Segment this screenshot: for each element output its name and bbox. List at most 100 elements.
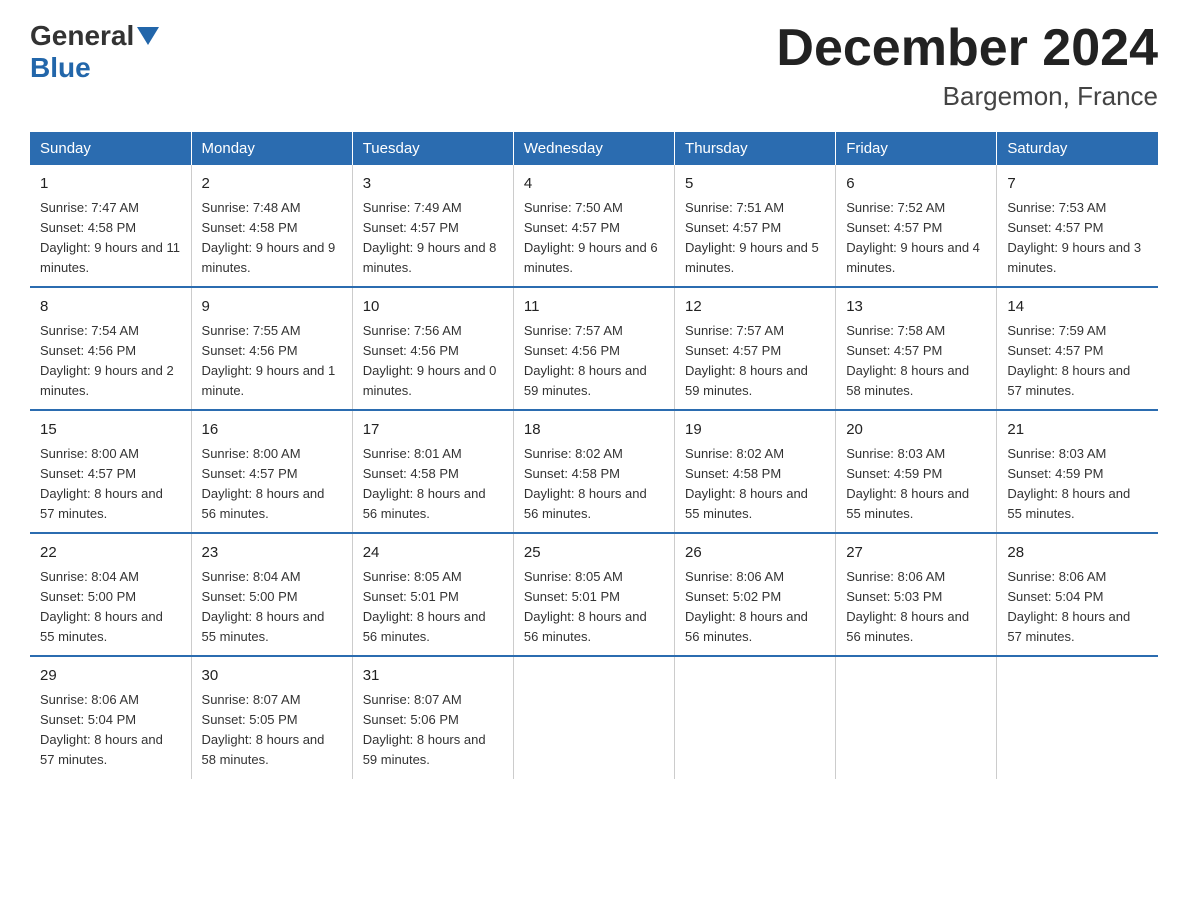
day-number: 20 <box>846 419 986 442</box>
day-number: 5 <box>685 173 825 196</box>
day-info: Sunrise: 8:05 AMSunset: 5:01 PMDaylight:… <box>524 567 664 648</box>
table-row: 22 Sunrise: 8:04 AMSunset: 5:00 PMDaylig… <box>30 533 191 656</box>
day-info: Sunrise: 8:05 AMSunset: 5:01 PMDaylight:… <box>363 567 503 648</box>
day-number: 27 <box>846 542 986 565</box>
header-tuesday: Tuesday <box>352 132 513 165</box>
day-info: Sunrise: 7:51 AMSunset: 4:57 PMDaylight:… <box>685 198 825 279</box>
day-info: Sunrise: 8:06 AMSunset: 5:04 PMDaylight:… <box>40 690 181 771</box>
header-friday: Friday <box>836 132 997 165</box>
day-number: 21 <box>1007 419 1148 442</box>
day-info: Sunrise: 8:01 AMSunset: 4:58 PMDaylight:… <box>363 444 503 525</box>
day-info: Sunrise: 7:53 AMSunset: 4:57 PMDaylight:… <box>1007 198 1148 279</box>
day-info: Sunrise: 8:03 AMSunset: 4:59 PMDaylight:… <box>846 444 986 525</box>
day-number: 24 <box>363 542 503 565</box>
logo-general-text: General <box>30 20 134 52</box>
day-number: 23 <box>202 542 342 565</box>
day-info: Sunrise: 8:06 AMSunset: 5:04 PMDaylight:… <box>1007 567 1148 648</box>
day-number: 29 <box>40 665 181 688</box>
header-saturday: Saturday <box>997 132 1158 165</box>
day-info: Sunrise: 8:07 AMSunset: 5:05 PMDaylight:… <box>202 690 342 771</box>
day-info: Sunrise: 7:55 AMSunset: 4:56 PMDaylight:… <box>202 321 342 402</box>
day-number: 10 <box>363 296 503 319</box>
table-row: 21 Sunrise: 8:03 AMSunset: 4:59 PMDaylig… <box>997 410 1158 533</box>
day-number: 15 <box>40 419 181 442</box>
table-row: 14 Sunrise: 7:59 AMSunset: 4:57 PMDaylig… <box>997 287 1158 410</box>
day-number: 2 <box>202 173 342 196</box>
day-number: 3 <box>363 173 503 196</box>
header-sunday: Sunday <box>30 132 191 165</box>
day-info: Sunrise: 7:47 AMSunset: 4:58 PMDaylight:… <box>40 198 181 279</box>
table-row: 6 Sunrise: 7:52 AMSunset: 4:57 PMDayligh… <box>836 165 997 287</box>
table-row: 29 Sunrise: 8:06 AMSunset: 5:04 PMDaylig… <box>30 656 191 778</box>
page-header: General Blue December 2024 Bargemon, Fra… <box>30 20 1158 112</box>
day-info: Sunrise: 8:04 AMSunset: 5:00 PMDaylight:… <box>202 567 342 648</box>
day-number: 14 <box>1007 296 1148 319</box>
table-row: 4 Sunrise: 7:50 AMSunset: 4:57 PMDayligh… <box>513 165 674 287</box>
table-row: 30 Sunrise: 8:07 AMSunset: 5:05 PMDaylig… <box>191 656 352 778</box>
day-info: Sunrise: 7:59 AMSunset: 4:57 PMDaylight:… <box>1007 321 1148 402</box>
day-number: 17 <box>363 419 503 442</box>
day-info: Sunrise: 7:56 AMSunset: 4:56 PMDaylight:… <box>363 321 503 402</box>
day-number: 28 <box>1007 542 1148 565</box>
table-row: 19 Sunrise: 8:02 AMSunset: 4:58 PMDaylig… <box>675 410 836 533</box>
day-number: 22 <box>40 542 181 565</box>
logo-arrow-icon <box>137 27 159 50</box>
table-row: 17 Sunrise: 8:01 AMSunset: 4:58 PMDaylig… <box>352 410 513 533</box>
table-row: 8 Sunrise: 7:54 AMSunset: 4:56 PMDayligh… <box>30 287 191 410</box>
table-row: 24 Sunrise: 8:05 AMSunset: 5:01 PMDaylig… <box>352 533 513 656</box>
day-number: 19 <box>685 419 825 442</box>
day-info: Sunrise: 7:58 AMSunset: 4:57 PMDaylight:… <box>846 321 986 402</box>
calendar-subtitle: Bargemon, France <box>776 81 1158 112</box>
calendar-week-row: 1 Sunrise: 7:47 AMSunset: 4:58 PMDayligh… <box>30 165 1158 287</box>
table-row: 23 Sunrise: 8:04 AMSunset: 5:00 PMDaylig… <box>191 533 352 656</box>
table-row: 11 Sunrise: 7:57 AMSunset: 4:56 PMDaylig… <box>513 287 674 410</box>
title-block: December 2024 Bargemon, France <box>776 20 1158 112</box>
table-row: 1 Sunrise: 7:47 AMSunset: 4:58 PMDayligh… <box>30 165 191 287</box>
day-number: 8 <box>40 296 181 319</box>
day-number: 11 <box>524 296 664 319</box>
day-info: Sunrise: 8:04 AMSunset: 5:00 PMDaylight:… <box>40 567 181 648</box>
day-number: 6 <box>846 173 986 196</box>
table-row: 13 Sunrise: 7:58 AMSunset: 4:57 PMDaylig… <box>836 287 997 410</box>
table-row: 9 Sunrise: 7:55 AMSunset: 4:56 PMDayligh… <box>191 287 352 410</box>
table-row: 15 Sunrise: 8:00 AMSunset: 4:57 PMDaylig… <box>30 410 191 533</box>
calendar-week-row: 15 Sunrise: 8:00 AMSunset: 4:57 PMDaylig… <box>30 410 1158 533</box>
day-number: 18 <box>524 419 664 442</box>
header-monday: Monday <box>191 132 352 165</box>
day-number: 30 <box>202 665 342 688</box>
calendar-title: December 2024 <box>776 20 1158 77</box>
day-info: Sunrise: 8:07 AMSunset: 5:06 PMDaylight:… <box>363 690 503 771</box>
day-info: Sunrise: 8:02 AMSunset: 4:58 PMDaylight:… <box>685 444 825 525</box>
table-row: 28 Sunrise: 8:06 AMSunset: 5:04 PMDaylig… <box>997 533 1158 656</box>
table-row <box>836 656 997 778</box>
table-row: 2 Sunrise: 7:48 AMSunset: 4:58 PMDayligh… <box>191 165 352 287</box>
table-row: 12 Sunrise: 7:57 AMSunset: 4:57 PMDaylig… <box>675 287 836 410</box>
day-info: Sunrise: 8:06 AMSunset: 5:03 PMDaylight:… <box>846 567 986 648</box>
table-row: 20 Sunrise: 8:03 AMSunset: 4:59 PMDaylig… <box>836 410 997 533</box>
table-row: 26 Sunrise: 8:06 AMSunset: 5:02 PMDaylig… <box>675 533 836 656</box>
calendar-week-row: 22 Sunrise: 8:04 AMSunset: 5:00 PMDaylig… <box>30 533 1158 656</box>
calendar-week-row: 8 Sunrise: 7:54 AMSunset: 4:56 PMDayligh… <box>30 287 1158 410</box>
day-number: 25 <box>524 542 664 565</box>
table-row <box>513 656 674 778</box>
day-number: 16 <box>202 419 342 442</box>
table-row: 10 Sunrise: 7:56 AMSunset: 4:56 PMDaylig… <box>352 287 513 410</box>
day-info: Sunrise: 7:57 AMSunset: 4:56 PMDaylight:… <box>524 321 664 402</box>
day-info: Sunrise: 7:57 AMSunset: 4:57 PMDaylight:… <box>685 321 825 402</box>
calendar-table: Sunday Monday Tuesday Wednesday Thursday… <box>30 132 1158 778</box>
day-number: 13 <box>846 296 986 319</box>
table-row: 27 Sunrise: 8:06 AMSunset: 5:03 PMDaylig… <box>836 533 997 656</box>
table-row: 25 Sunrise: 8:05 AMSunset: 5:01 PMDaylig… <box>513 533 674 656</box>
day-info: Sunrise: 8:06 AMSunset: 5:02 PMDaylight:… <box>685 567 825 648</box>
header-wednesday: Wednesday <box>513 132 674 165</box>
table-row: 16 Sunrise: 8:00 AMSunset: 4:57 PMDaylig… <box>191 410 352 533</box>
day-number: 4 <box>524 173 664 196</box>
day-info: Sunrise: 8:00 AMSunset: 4:57 PMDaylight:… <box>202 444 342 525</box>
logo: General Blue <box>30 20 159 84</box>
table-row: 3 Sunrise: 7:49 AMSunset: 4:57 PMDayligh… <box>352 165 513 287</box>
table-row <box>675 656 836 778</box>
day-number: 9 <box>202 296 342 319</box>
table-row: 7 Sunrise: 7:53 AMSunset: 4:57 PMDayligh… <box>997 165 1158 287</box>
day-number: 12 <box>685 296 825 319</box>
day-number: 31 <box>363 665 503 688</box>
